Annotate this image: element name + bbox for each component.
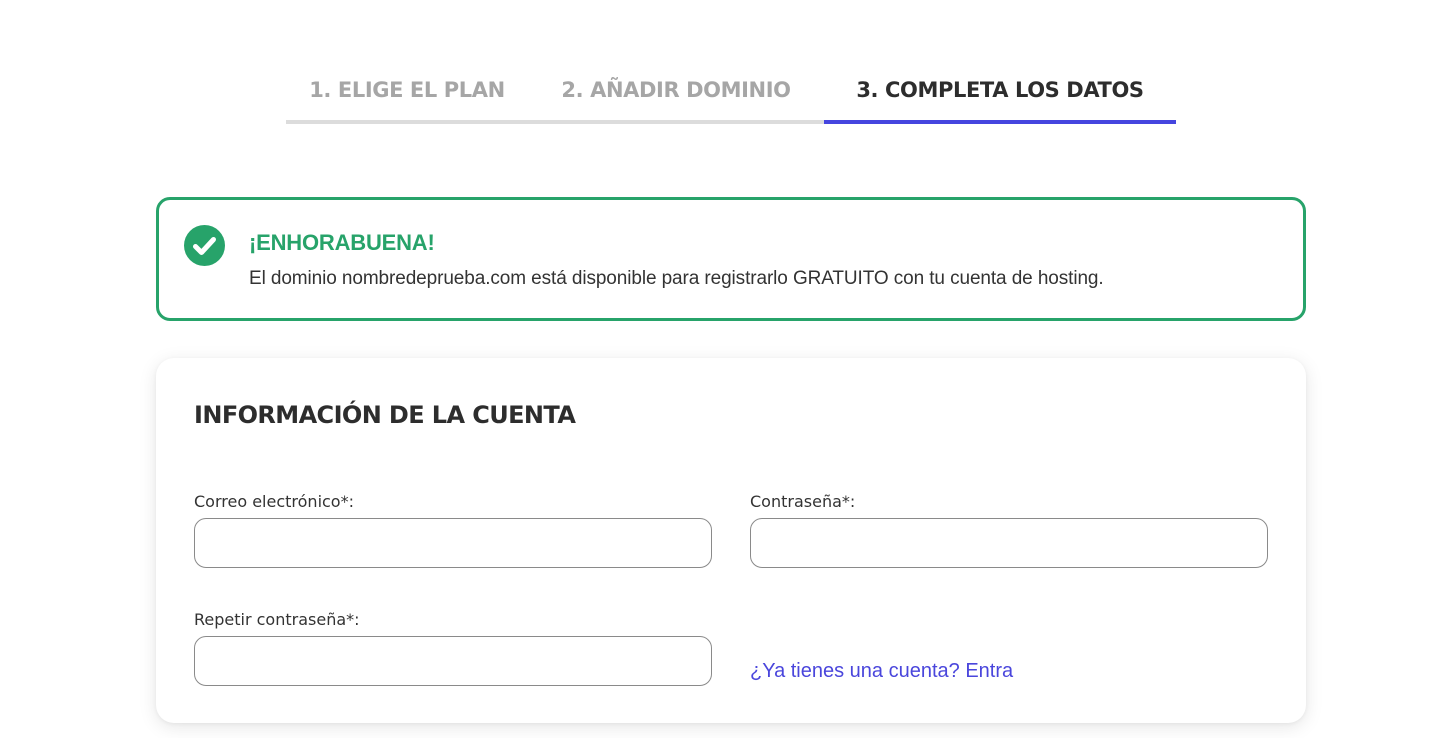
email-label: Correo electrónico*: [194,492,354,511]
repeat-password-field[interactable] [194,636,712,686]
email-field[interactable] [194,518,712,568]
step-choose-plan[interactable]: 1. ELIGE EL PLAN [286,70,528,124]
step-complete-data[interactable]: 3. COMPLETA LOS DATOS [824,70,1176,124]
checkout-steps: 1. ELIGE EL PLAN 2. AÑADIR DOMINIO 3. CO… [286,70,1176,124]
login-link[interactable]: ¿Ya tienes una cuenta? Entra [750,660,1013,683]
check-circle-icon [184,225,225,266]
password-label: Contraseña*: [750,492,856,511]
section-title: INFORMACIÓN DE LA CUENTA [194,401,576,429]
step-add-domain[interactable]: 2. AÑADIR DOMINIO [528,70,824,124]
alert-message: El dominio nombredeprueba.com está dispo… [249,268,1104,289]
password-field[interactable] [750,518,1268,568]
repeat-password-label: Repetir contraseña*: [194,610,360,629]
success-alert: ¡ENHORABUENA! El dominio nombredeprueba.… [156,197,1306,321]
account-info-card: INFORMACIÓN DE LA CUENTA Correo electrón… [156,358,1306,723]
alert-title: ¡ENHORABUENA! [249,230,435,255]
